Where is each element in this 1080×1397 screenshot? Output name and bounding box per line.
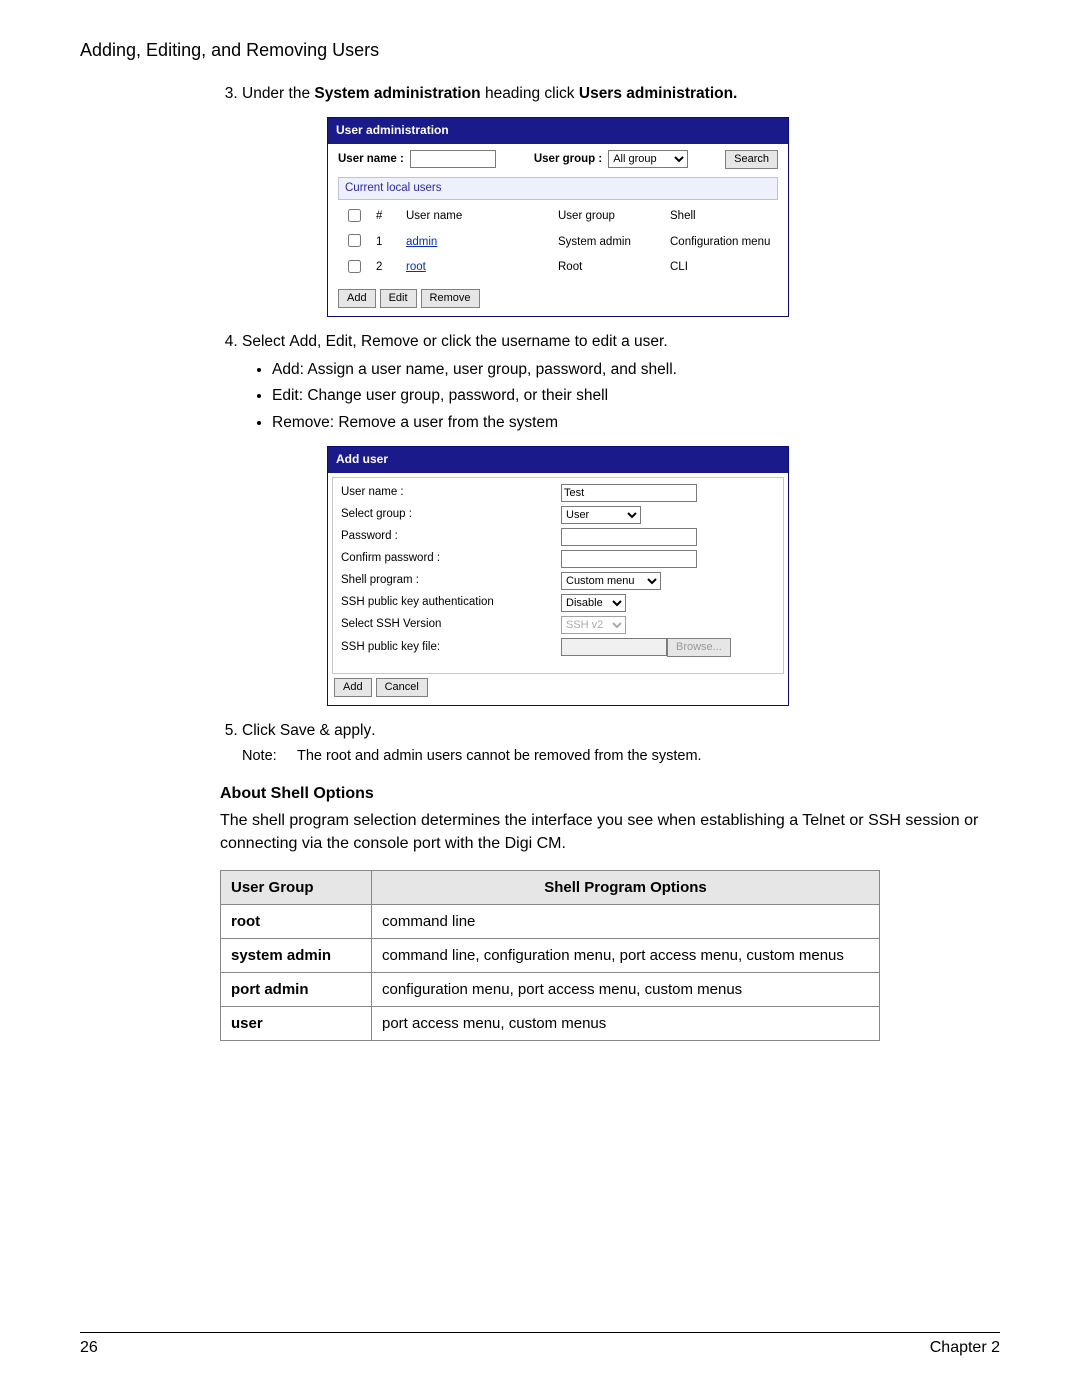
cell-group: port admin — [221, 972, 372, 1006]
step4-c: , — [317, 333, 326, 350]
search-button[interactable]: Search — [725, 150, 778, 169]
step5-b: Save & apply — [280, 722, 371, 739]
add-user-add-button[interactable]: Add — [334, 678, 372, 697]
add-group-select[interactable]: User — [561, 506, 641, 524]
shell-options-table: User Group Shell Program Options root co… — [220, 870, 880, 1041]
step5-a: Click — [242, 722, 280, 739]
note-label: Note: — [242, 746, 297, 767]
note-text: The root and admin users cannot be remov… — [297, 746, 702, 767]
bullet-add-text: : Assign a user name, user group, passwo… — [300, 361, 677, 378]
cell-options: command line — [372, 904, 880, 938]
row-num: 2 — [370, 255, 400, 281]
add-password-input[interactable] — [561, 528, 697, 546]
username-label: User name : — [338, 151, 404, 168]
username-link[interactable]: admin — [406, 236, 437, 248]
add-sshauth-label: SSH public key authentication — [341, 594, 561, 611]
step4-e: , — [352, 333, 361, 350]
edit-button[interactable]: Edit — [380, 289, 417, 308]
col-username: User name — [400, 204, 552, 230]
cell-options: configuration menu, port access menu, cu… — [372, 972, 880, 1006]
bullet-add-name: Add — [272, 361, 300, 378]
select-all-checkbox[interactable] — [348, 209, 361, 222]
cell-group: system admin — [221, 938, 372, 972]
table-row: system admin command line, configuration… — [221, 938, 880, 972]
row-group: System admin — [552, 229, 664, 255]
step-3: Under the System administration heading … — [242, 83, 980, 317]
add-shell-label: Shell program : — [341, 572, 561, 589]
col-hash: # — [370, 204, 400, 230]
bullet-remove-text: : Remove a user from the system — [330, 414, 558, 431]
bullet-remove-name: Remove — [272, 414, 330, 431]
add-sshauth-select[interactable]: Disable — [561, 594, 626, 612]
table-row: port admin configuration menu, port acce… — [221, 972, 880, 1006]
add-user-panel-title: Add user — [328, 447, 788, 472]
usergroup-filter-select[interactable]: All group — [608, 150, 688, 168]
step3-bold1: System administration — [314, 85, 480, 102]
shelltbl-h1: User Group — [221, 870, 372, 904]
users-table: # User name User group Shell — [338, 204, 778, 281]
step4-bullet-edit: Edit: Change user group, password, or th… — [272, 385, 980, 407]
step-4: Select Add, Edit, Remove or click the us… — [242, 331, 980, 706]
user-admin-panel: User administration User name : User gro… — [327, 117, 789, 316]
step4-edit: Edit — [326, 333, 353, 350]
add-sshver-label: Select SSH Version — [341, 616, 561, 633]
add-user-panel: Add user User name : Select group : User — [327, 446, 789, 705]
remove-button[interactable]: Remove — [421, 289, 480, 308]
add-button[interactable]: Add — [338, 289, 376, 308]
add-sshver-select: SSH v2 — [561, 616, 626, 634]
step5-c: . — [371, 722, 375, 739]
username-link[interactable]: root — [406, 261, 426, 273]
bullet-edit-name: Edit — [272, 387, 299, 404]
page-number: 26 — [80, 1339, 98, 1357]
row-shell: CLI — [664, 255, 778, 281]
browse-button: Browse... — [667, 638, 731, 657]
col-usergroup: User group — [552, 204, 664, 230]
step4-remove: Remove — [361, 333, 419, 350]
bullet-edit-text: : Change user group, password, or their … — [299, 387, 608, 404]
row-checkbox[interactable] — [348, 260, 361, 273]
table-row: user port access menu, custom menus — [221, 1006, 880, 1040]
about-shell-body: The shell program selection determines t… — [220, 809, 980, 855]
cell-options: command line, configuration menu, port a… — [372, 938, 880, 972]
add-keyfile-input — [561, 638, 667, 656]
cell-group: root — [221, 904, 372, 938]
step4-bullet-remove: Remove: Remove a user from the system — [272, 412, 980, 434]
section-title: Adding, Editing, and Removing Users — [80, 40, 1000, 61]
cell-options: port access menu, custom menus — [372, 1006, 880, 1040]
chapter-label: Chapter 2 — [930, 1339, 1000, 1357]
step3-bold2: Users administration. — [579, 85, 738, 102]
step-5: Click Save & apply. Note: The root and a… — [242, 720, 980, 767]
shelltbl-h2: Shell Program Options — [372, 870, 880, 904]
add-password-label: Password : — [341, 528, 561, 545]
current-local-users-heading: Current local users — [338, 177, 778, 200]
about-shell-heading: About Shell Options — [220, 785, 980, 803]
add-confirm-password-label: Confirm password : — [341, 550, 561, 567]
cell-group: user — [221, 1006, 372, 1040]
row-num: 1 — [370, 229, 400, 255]
col-shell: Shell — [664, 204, 778, 230]
step4-g: or click the username to edit a user. — [419, 333, 668, 350]
add-username-input[interactable] — [561, 484, 697, 502]
row-checkbox[interactable] — [348, 234, 361, 247]
usergroup-label: User group : — [534, 151, 602, 168]
page-footer: 26 Chapter 2 — [80, 1332, 1000, 1357]
step4-add: Add — [289, 333, 317, 350]
add-user-cancel-button[interactable]: Cancel — [376, 678, 428, 697]
step4-bullet-add: Add: Assign a user name, user group, pas… — [272, 359, 980, 381]
row-group: Root — [552, 255, 664, 281]
username-filter-input[interactable] — [410, 150, 496, 168]
add-group-label: Select group : — [341, 506, 561, 523]
table-row: 1 admin System admin Configuration menu — [338, 229, 778, 255]
user-admin-panel-title: User administration — [328, 118, 788, 143]
table-row: 2 root Root CLI — [338, 255, 778, 281]
step3-mid: heading click — [481, 85, 579, 102]
add-confirm-password-input[interactable] — [561, 550, 697, 568]
step4-a: Select — [242, 333, 289, 350]
add-username-label: User name : — [341, 484, 561, 501]
table-row: root command line — [221, 904, 880, 938]
step3-prefix: Under the — [242, 85, 314, 102]
row-shell: Configuration menu — [664, 229, 778, 255]
add-shell-select[interactable]: Custom menu — [561, 572, 661, 590]
add-keyfile-label: SSH public key file: — [341, 639, 561, 656]
